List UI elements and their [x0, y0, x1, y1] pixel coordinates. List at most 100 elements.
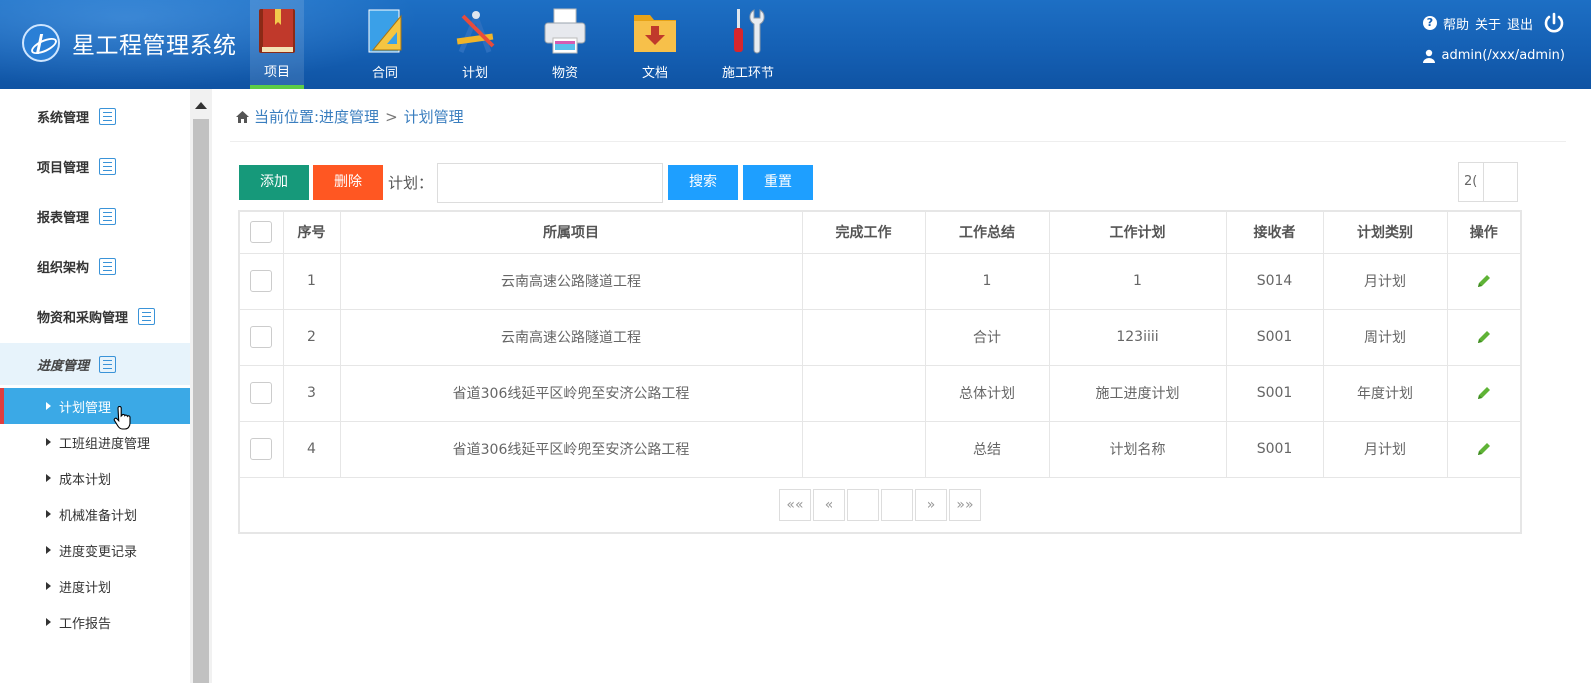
reset-button[interactable]: 重置	[743, 164, 814, 200]
nav-item-plan[interactable]: 计划	[430, 0, 520, 89]
scroll-thumb[interactable]	[193, 119, 209, 683]
row-checkbox[interactable]	[250, 326, 273, 348]
nav-item-docs[interactable]: 文档	[610, 0, 700, 89]
sidebar-group-label: 报表管理	[37, 210, 90, 226]
row-select-cell	[238, 420, 284, 478]
pencil-icon[interactable]	[1475, 440, 1493, 458]
page-size-select[interactable]: 2(	[1458, 162, 1518, 202]
sidebar-group-progress[interactable]: 进度管理	[0, 343, 190, 385]
nav-item-material[interactable]: 物资	[520, 0, 610, 89]
nav-label-material: 物资	[551, 66, 578, 81]
printer-icon	[544, 8, 586, 54]
page-number-button[interactable]	[881, 488, 913, 521]
page-size-value: 2(	[1459, 163, 1484, 201]
list-icon	[99, 257, 117, 275]
user-name: admin(/xxx/admin)	[1441, 48, 1565, 63]
prev-page-button[interactable]: «	[813, 488, 845, 521]
pencil-icon[interactable]	[1475, 328, 1493, 346]
caret-right-icon	[46, 438, 51, 446]
scroll-up-arrow-icon[interactable]	[195, 102, 207, 109]
sidebar-item-label: 机械准备计划	[59, 508, 138, 524]
drafting-tools-icon	[456, 11, 495, 53]
nav-label-plan: 计划	[461, 66, 488, 81]
ruler-triangle-icon	[368, 9, 402, 53]
caret-right-icon	[46, 474, 51, 482]
caret-right-icon	[46, 618, 51, 626]
cell-done	[801, 252, 926, 310]
cell-type: 年度计划	[1322, 364, 1448, 422]
sidebar-item-change-log[interactable]: 进度变更记录	[0, 532, 190, 568]
cell-project: 云南高速公路隧道工程	[339, 252, 803, 310]
sidebar-item-machine-plan[interactable]: 机械准备计划	[0, 496, 190, 532]
sidebar-item-schedule[interactable]: 进度计划	[0, 568, 190, 604]
sidebar-group-report[interactable]: 报表管理	[0, 191, 190, 241]
logout-link[interactable]: 退出	[1507, 14, 1533, 33]
column-header[interactable]: 所属项目	[339, 210, 803, 254]
pencil-icon[interactable]	[1475, 384, 1493, 402]
breadcrumb-current: 计划管理	[403, 108, 464, 126]
sidebar-group-project[interactable]: 项目管理	[0, 141, 190, 191]
add-button[interactable]: 添加	[239, 164, 309, 200]
row-checkbox[interactable]	[250, 382, 273, 404]
sidebar-item-label: 工班组进度管理	[59, 436, 151, 452]
column-header[interactable]: 计划类别	[1322, 210, 1448, 254]
select-all-cell	[238, 210, 284, 254]
sidebar-item-cost-plan[interactable]: 成本计划	[0, 460, 190, 496]
cell-plan: 施工进度计划	[1048, 364, 1227, 422]
sidebar-subitems: 计划管理 工班组进度管理 成本计划 机械准备计划 进度变更记录 进度计划 工作报…	[0, 388, 190, 640]
sidebar-item-team-progress[interactable]: 工班组进度管理	[0, 424, 190, 460]
row-checkbox[interactable]	[250, 270, 273, 292]
sidebar-item-label: 成本计划	[59, 472, 112, 488]
brand: 星工程管理系统	[22, 24, 237, 62]
row-checkbox[interactable]	[250, 438, 273, 460]
next-page-button[interactable]: »	[915, 488, 947, 521]
cell-project: 云南高速公路隧道工程	[339, 308, 803, 366]
column-header: 操作	[1446, 210, 1522, 254]
first-page-button[interactable]: ««	[779, 488, 811, 521]
cell-no: 4	[282, 420, 341, 478]
cell-receiver: S001	[1225, 364, 1324, 422]
home-icon	[236, 110, 249, 123]
row-select-cell	[238, 252, 284, 310]
caret-right-icon	[46, 582, 51, 590]
about-link[interactable]: 关于	[1475, 14, 1501, 33]
column-header[interactable]: 工作总结	[924, 210, 1050, 254]
sidebar-scrollbar[interactable]	[190, 89, 212, 683]
cell-action	[1446, 420, 1522, 478]
caret-right-icon	[46, 546, 51, 554]
top-nav: 项目 合同 计划 物资 文档 施工环节	[250, 0, 796, 89]
delete-button[interactable]: 删除	[313, 164, 383, 200]
sidebar-group-system[interactable]: 系统管理	[0, 91, 190, 141]
cell-action	[1446, 364, 1522, 422]
sidebar-item-plan-management[interactable]: 计划管理	[0, 388, 190, 430]
cell-project: 省道306线延平区岭兜至安济公路工程	[339, 420, 803, 478]
search-button[interactable]: 搜索	[668, 164, 739, 200]
power-icon[interactable]	[1543, 12, 1565, 34]
page-number-button[interactable]	[847, 488, 879, 521]
folder-download-icon	[634, 15, 676, 52]
sidebar-group-procurement[interactable]: 物资和采购管理	[0, 291, 190, 341]
list-icon	[99, 107, 117, 125]
last-page-button[interactable]: »»	[949, 488, 981, 521]
nav-label-project: 项目	[263, 65, 290, 80]
column-header[interactable]: 工作计划	[1048, 210, 1227, 254]
sidebar-item-label: 进度计划	[59, 580, 112, 596]
column-header[interactable]: 接收者	[1225, 210, 1324, 254]
select-all-checkbox[interactable]	[250, 221, 273, 244]
cell-done	[801, 308, 926, 366]
nav-item-project[interactable]: 项目	[250, 0, 304, 89]
header-links: ? 帮助 关于 退出	[1422, 10, 1565, 36]
column-header[interactable]: 序号	[282, 210, 341, 254]
nav-item-contract[interactable]: 合同	[340, 0, 430, 89]
column-header[interactable]: 完成工作	[801, 210, 926, 254]
sidebar-item-work-report[interactable]: 工作报告	[0, 604, 190, 640]
cell-no: 2	[282, 308, 341, 366]
pencil-icon[interactable]	[1475, 272, 1493, 290]
help-link[interactable]: 帮助	[1443, 14, 1469, 33]
caret-right-icon	[46, 510, 51, 518]
breadcrumb-prefix[interactable]: 当前位置:进度管理	[254, 106, 379, 127]
nav-item-construction[interactable]: 施工环节	[700, 0, 796, 89]
help-icon[interactable]: ?	[1422, 16, 1437, 30]
plan-search-input[interactable]	[437, 162, 664, 203]
sidebar-group-org[interactable]: 组织架构	[0, 241, 190, 291]
